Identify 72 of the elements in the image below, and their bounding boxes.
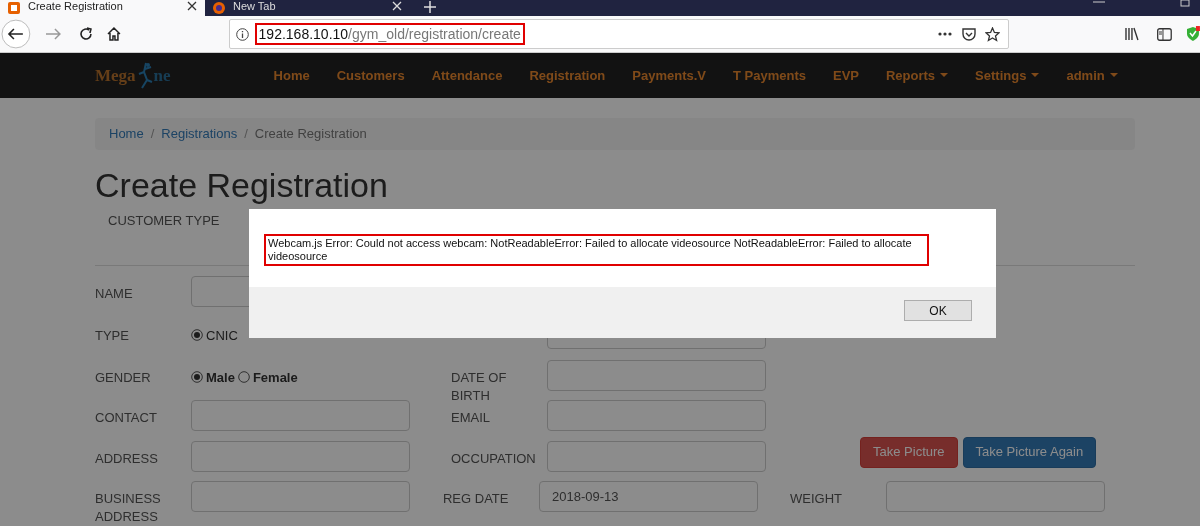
nav-link[interactable]: Settings	[975, 65, 1040, 86]
breadcrumb-link[interactable]: Home	[109, 124, 144, 144]
input-field[interactable]	[191, 480, 410, 512]
field-label: OCCUPATION	[451, 449, 537, 468]
field-label: BUSINESS ADDRESS	[95, 489, 162, 526]
nav-link[interactable]: Attendance	[431, 65, 503, 86]
input-field[interactable]: 2018-09-13	[539, 480, 758, 512]
reload-icon[interactable]	[78, 27, 93, 41]
field-label: ADDRESS	[95, 449, 159, 468]
radio-option[interactable]: CNIC	[191, 325, 238, 345]
nav-link[interactable]: admin	[1066, 65, 1118, 86]
nav-link[interactable]: Registration	[529, 65, 606, 86]
field-label: CUSTOMER TYPE	[108, 212, 221, 230]
radio-selected-icon	[191, 371, 203, 384]
field-label: CONTACT	[95, 408, 158, 427]
info-icon	[235, 27, 249, 41]
breadcrumb-current: Create Registration	[254, 125, 367, 144]
nav-link[interactable]: Payments.V	[632, 65, 706, 86]
close-icon	[187, 1, 197, 11]
nav-link[interactable]: EVP	[832, 65, 859, 86]
library-icon[interactable]	[1125, 27, 1140, 41]
picture-button[interactable]: Take Picture	[860, 436, 958, 468]
input-field[interactable]	[547, 440, 766, 472]
input-field[interactable]	[547, 399, 766, 431]
breadcrumb-separator: /	[244, 125, 248, 144]
radio-icon	[237, 371, 250, 384]
input-field[interactable]	[191, 440, 410, 472]
shield-icon[interactable]	[1186, 26, 1200, 42]
nav-link[interactable]: Customers	[336, 65, 405, 86]
field-label: NAME	[95, 284, 134, 303]
globe-icon	[213, 2, 225, 14]
sidebar-icon[interactable]	[1157, 27, 1173, 41]
restore-icon[interactable]	[1180, 0, 1190, 10]
pocket-icon[interactable]	[962, 27, 977, 41]
input-field[interactable]	[191, 399, 410, 431]
page-icon	[8, 2, 20, 14]
page-title: Create Registration	[95, 165, 389, 205]
url-text: 192.168.10.10/gym_old/registration/create	[254, 23, 525, 45]
breadcrumb-separator: /	[150, 125, 155, 144]
caret-icon	[1109, 73, 1118, 78]
caret-icon	[1031, 73, 1040, 78]
address-bar[interactable]: 192.168.10.10/gym_old/registration/create	[228, 19, 1010, 49]
close-icon	[392, 1, 402, 11]
field-label: EMAIL	[451, 408, 491, 427]
field-label: DATE OF BIRTH	[451, 368, 508, 405]
input-field[interactable]	[886, 480, 1105, 512]
brand-logo[interactable]: Mega ne	[95, 61, 171, 90]
browser-tab[interactable]: Create Registration	[0, 0, 205, 16]
radio-option[interactable]: Female	[237, 367, 298, 387]
ok-button[interactable]: OK	[904, 300, 972, 321]
back-icon[interactable]	[1, 19, 31, 49]
more-icon[interactable]	[938, 32, 953, 36]
input-field[interactable]	[547, 359, 766, 391]
tab-title: New Tab	[233, 0, 277, 12]
tab-title: Create Registration	[28, 0, 124, 12]
caret-icon	[940, 73, 949, 78]
error-message: Webcam.js Error: Could not access webcam: NotReadableError: Failed to allocate videosource NotReadableError: Failed to allocate videosource	[264, 234, 929, 266]
picture-button[interactable]: Take Picture Again	[962, 436, 1097, 468]
forward-icon[interactable]	[44, 27, 61, 41]
radio-selected-icon	[191, 329, 203, 342]
nav-link[interactable]: Home	[273, 65, 310, 86]
new-tab-icon[interactable]	[424, 0, 436, 13]
nav-link[interactable]: T Payments	[733, 65, 806, 86]
field-label: WEIGHT	[790, 489, 843, 508]
field-label: REG DATE	[443, 489, 510, 508]
breadcrumb-link[interactable]: Registrations	[161, 124, 238, 144]
field-label: TYPE	[95, 326, 130, 345]
star-icon[interactable]	[985, 26, 1001, 42]
field-label: GENDER	[95, 368, 152, 387]
home-icon[interactable]	[106, 27, 121, 41]
nav-link[interactable]: Reports	[886, 65, 949, 86]
radio-option[interactable]: Male	[191, 367, 235, 387]
